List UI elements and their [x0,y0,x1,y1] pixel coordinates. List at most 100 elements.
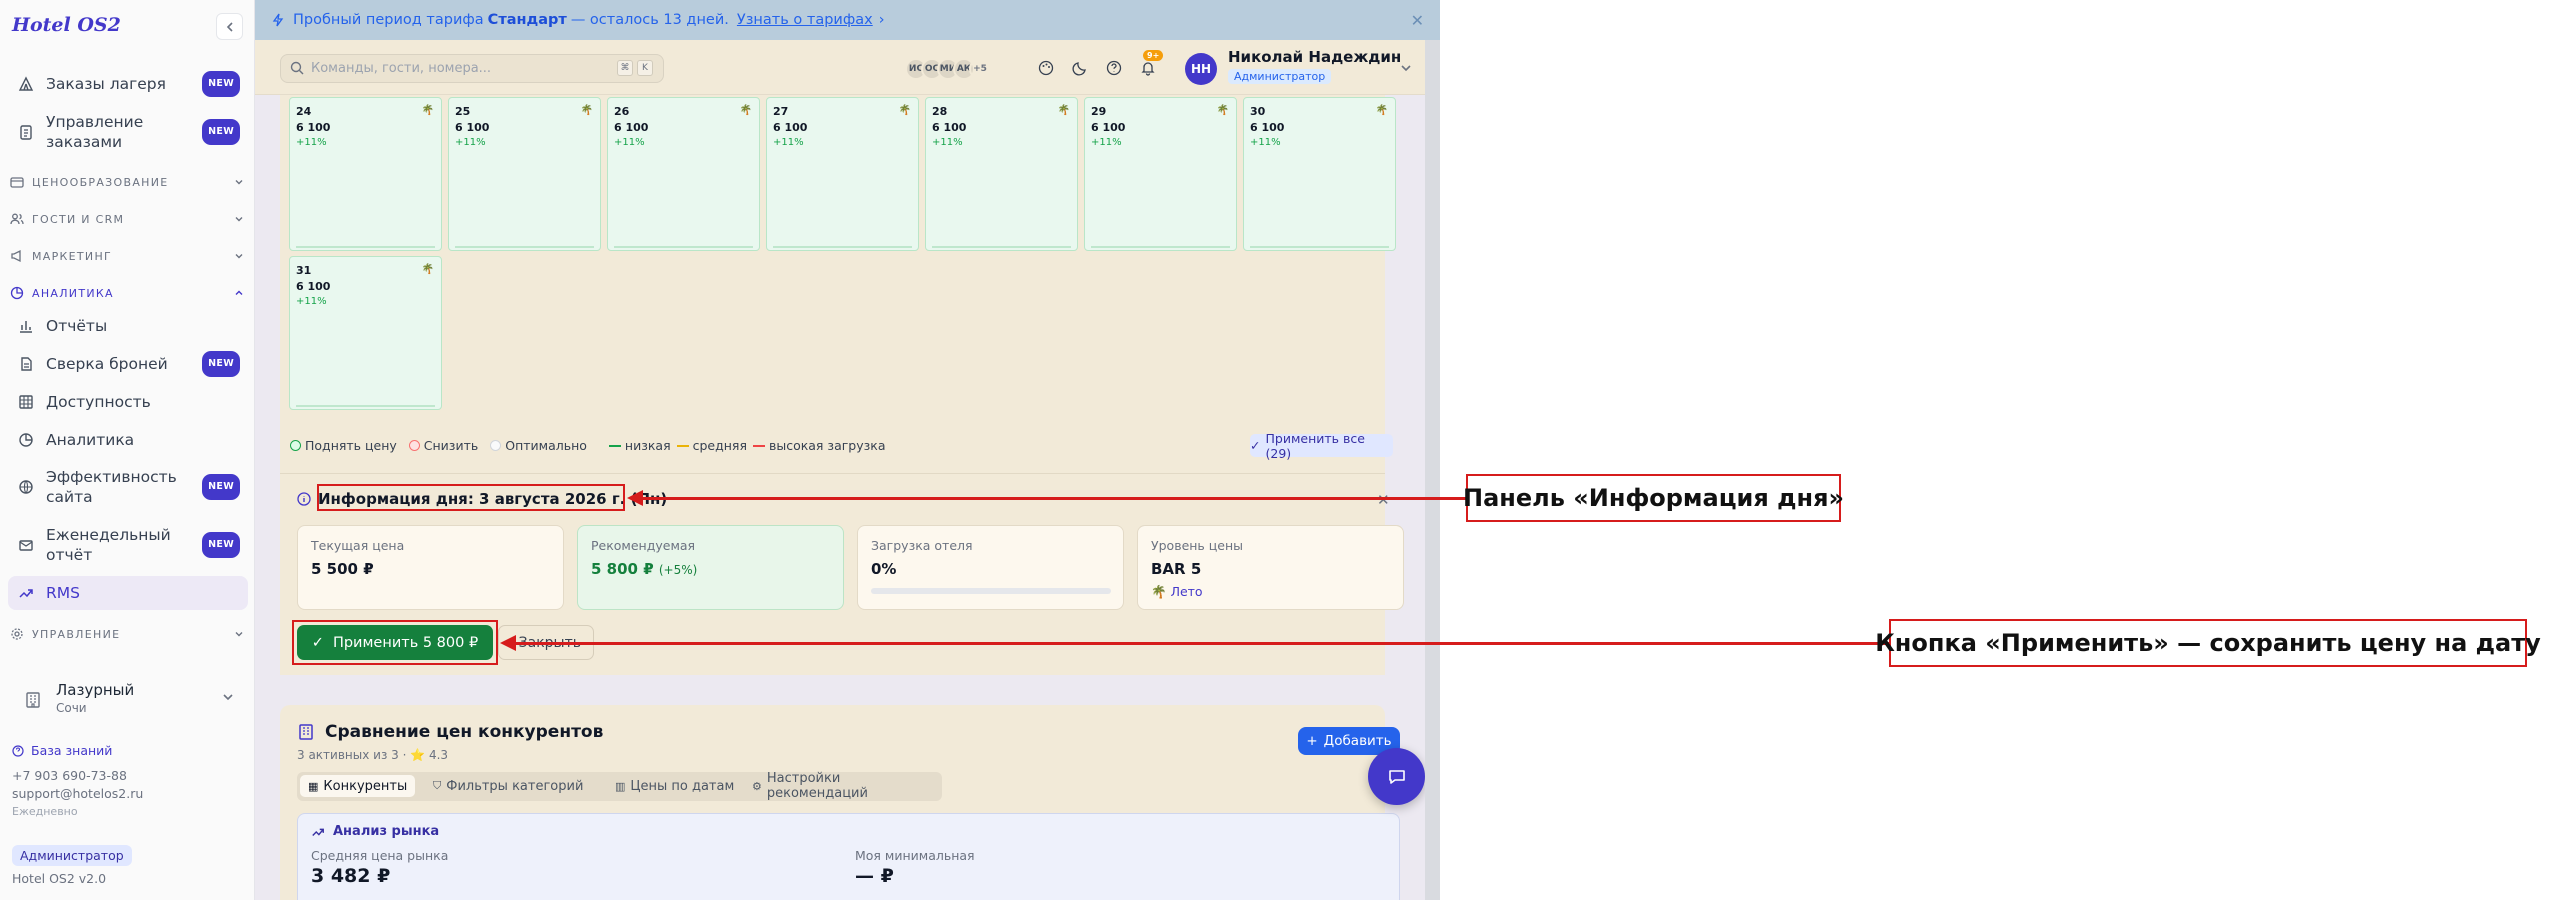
calendar-day-cell[interactable]: 27 🌴 6 100 +11% [766,97,919,251]
sidebar-item-weekly-report[interactable]: Еженедельный отчёт NEW [8,525,248,565]
trial-banner: Пробный период тарифа Стандарт — осталос… [255,0,1440,40]
palm-icon: 🌴 [1151,584,1167,599]
help-circle-icon [1106,60,1122,76]
sidebar-item-label: Еженедельный отчёт [46,526,171,564]
chevron-down-icon [235,254,243,259]
building-icon [299,724,313,740]
palm-icon: 🌴 [1057,105,1070,116]
search-input[interactable]: Команды, гости, номера... [280,54,664,83]
chevron-down-icon[interactable] [1400,62,1412,74]
recommended-price-card: Рекомендуемая 5 800 ₽ (+5%) [577,525,844,610]
calendar-day-cell[interactable]: 26 🌴 6 100 +11% [607,97,760,251]
globe-icon [19,480,33,494]
tab-prices-by-date[interactable]: ▥ Цены по датам [607,775,742,797]
section-label: ГОСТИ И CRM [32,212,125,226]
day-number: 24 [296,105,312,118]
calendar-day-cell[interactable]: 30 🌴 6 100 +11% [1243,97,1396,251]
section-label: МАРКЕТИНГ [32,249,113,263]
calendar-day-cell[interactable]: 24 🌴 6 100 +11% [289,97,442,251]
card-label: Рекомендуемая [591,538,696,553]
sidebar-collapse-button[interactable] [216,13,243,40]
close-icon[interactable]: ✕ [1377,491,1390,509]
day-price: 6 100 [296,280,331,293]
day-change: +11% [455,137,486,148]
load-bar [614,246,753,248]
new-badge: NEW [202,71,240,97]
calendar-day-cell[interactable]: 28 🌴 6 100 +11% [925,97,1078,251]
users-icon [10,213,24,225]
kbd-cmd: ⌘ [617,60,633,76]
sidebar-item-analytics[interactable]: Аналитика [8,429,248,451]
tab-recommendation-settings[interactable]: ⚙ Настройки рекомендаций [744,771,942,801]
hotel-name: Лазурный [56,681,135,699]
apply-all-button[interactable]: ✓ Применить все (29) [1250,431,1393,461]
calendar-day-cell[interactable]: 25 🌴 6 100 +11% [448,97,601,251]
card-value: 5 800 ₽ (+5%) [591,560,698,578]
grid-icon [19,395,33,409]
add-label: Добавить [1323,733,1392,749]
chevron-right-icon: › [878,12,885,28]
day-number: 27 [773,105,789,118]
sidebar-item-label: Отчёты [46,317,108,335]
trending-up-icon [19,589,33,598]
palm-icon: 🌴 [421,105,434,116]
hotel-switcher[interactable]: Лазурный Сочи [10,673,246,727]
day-change: +11% [773,137,804,148]
theme-toggle-button[interactable] [1067,55,1093,81]
highlight-day-info-title [317,484,625,511]
arrow-line [642,497,1466,500]
new-badge: NEW [202,474,240,500]
sidebar-item-site-efficiency[interactable]: Эффективность сайта NEW [8,467,248,507]
section-guests-crm[interactable]: ГОСТИ И CRM [10,212,248,226]
sidebar-item-availability[interactable]: Доступность [8,391,248,413]
palette-button[interactable] [1033,55,1059,81]
user-avatar[interactable]: НН [1185,53,1217,85]
sidebar-item-rms[interactable]: RMS [8,576,248,610]
chevron-down-icon [235,632,243,637]
user-name[interactable]: Николай Надеждин [1228,48,1401,66]
tab-category-filters[interactable]: ⛉ Фильтры категорий [425,775,591,797]
online-users[interactable]: ИС ОС МИ АК +5 [905,58,991,80]
support-email[interactable]: support@hotelos2.ru [12,786,143,801]
sidebar-item-booking-reconciliation[interactable]: Сверка броней NEW [8,351,248,377]
day-number: 30 [1250,105,1266,118]
avg-price-value: 3 482 ₽ [311,865,391,887]
kbd-k: K [637,60,653,76]
calendar-day-cell[interactable]: 29 🌴 6 100 +11% [1084,97,1237,251]
support-phone[interactable]: +7 903 690-73-88 [12,768,127,783]
day-change: +11% [614,137,645,148]
support-schedule: Ежедневно [12,805,78,818]
lightning-icon [272,13,284,27]
highlight-apply-button [292,620,498,665]
day-price: 6 100 [614,121,649,134]
card-value: BAR 5 [1151,560,1202,578]
competitors-panel: Сравнение цен конкурентов 3 активных из … [280,705,1400,900]
chat-button[interactable] [1368,748,1425,805]
pricing-link[interactable]: Узнать о тарифах [737,12,873,28]
palm-icon: 🌴 [1216,105,1229,116]
mail-icon [19,540,33,551]
my-min-label: Моя минимальная [855,848,975,863]
palm-icon: 🌴 [739,105,752,116]
section-marketing[interactable]: МАРКЕТИНГ [10,249,248,263]
sidebar-item-order-management[interactable]: Управление заказами NEW [8,112,248,152]
calendar-day-cell[interactable]: 31 🌴 6 100 +11% [289,256,442,410]
knowledge-base-link[interactable]: База знаний [12,743,112,758]
help-button[interactable] [1101,55,1127,81]
app-window: Hotel OS2 Заказы лагеря NEW Управление з… [0,0,1440,900]
day-change: +11% [296,296,327,307]
close-icon[interactable]: ✕ [1411,11,1424,30]
day-number: 28 [932,105,948,118]
brand-logo[interactable]: Hotel OS2 [12,14,121,36]
sidebar-item-camp-orders[interactable]: Заказы лагеря NEW [8,71,248,97]
legend-high: высокая загрузка [752,438,886,453]
sidebar-item-reports[interactable]: Отчёты [8,315,248,337]
section-pricing[interactable]: ЦЕНООБРАЗОВАНИЕ [10,175,248,189]
avatar-more[interactable]: +5 [969,58,991,80]
section-management[interactable]: УПРАВЛЕНИЕ [10,627,248,641]
section-analytics[interactable]: АНАЛИТИКА [10,286,248,300]
load-bar [1250,246,1389,248]
competitors-subtitle: 3 активных из 3 · ⭐ 4.3 [297,748,449,762]
new-badge: NEW [202,119,240,145]
tab-competitors[interactable]: ▦ Конкуренты [300,775,416,797]
